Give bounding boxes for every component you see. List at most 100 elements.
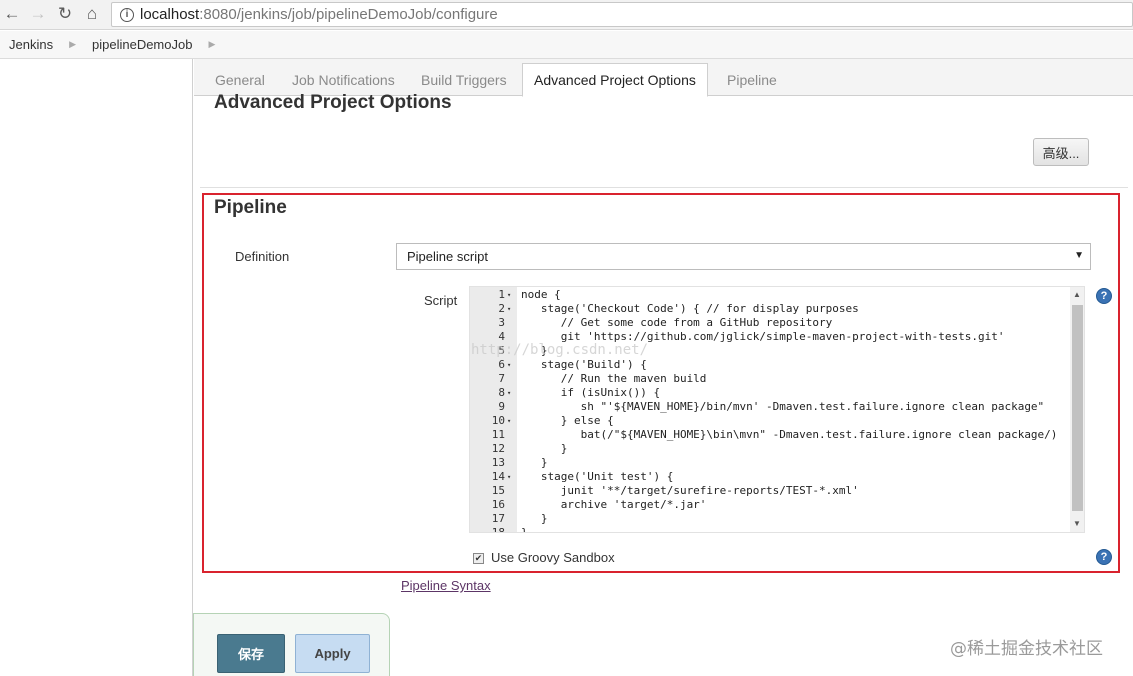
line-number: 14 [491, 470, 505, 483]
config-tabbar: General Job Notifications Build Triggers… [194, 59, 1133, 97]
url-path: :8080/jenkins/job/pipelineDemoJob/config… [199, 6, 498, 23]
line-number: 8 [498, 386, 505, 399]
script-editor[interactable]: 1 ▾ node {2 ▾ stage('Checkout Code') { // f… [469, 286, 1085, 533]
dropdown-arrow-icon[interactable]: ▼ [1074, 250, 1084, 261]
line-number: 11 [491, 428, 505, 441]
code-text: } [521, 526, 528, 533]
code-text: stage('Checkout Code') { // for display … [521, 302, 859, 315]
forward-arrow-icon[interactable]: → [28, 4, 48, 24]
definition-label: Definition [235, 249, 290, 264]
code-line: 2 ▾ stage('Checkout Code') { // for displ… [470, 302, 1070, 316]
code-line: 15 junit '**/target/surefire-reports/TES… [470, 484, 1070, 498]
reload-icon[interactable]: ↻ [55, 4, 75, 24]
save-button[interactable]: 保存 [217, 634, 285, 673]
line-number: 2 [498, 302, 505, 315]
definition-select[interactable]: Pipeline script ▼ [396, 243, 1091, 270]
code-text: archive 'target/*.jar' [521, 498, 707, 511]
fold-arrow-icon[interactable]: ▾ [507, 302, 515, 316]
code-text: // Run the maven build [521, 372, 707, 385]
code-text: git 'https://github.com/jglick/simple-ma… [521, 330, 1005, 343]
code-line: 17 } [470, 512, 1070, 526]
code-text: // Get some code from a GitHub repositor… [521, 316, 833, 329]
code-line: 11 bat(/"${MAVEN_HOME}\bin\mvn" -Dmaven.… [470, 428, 1070, 442]
back-arrow-icon[interactable]: ← [2, 4, 22, 24]
breadcrumb-item-job[interactable]: pipelineDemoJob [92, 37, 192, 52]
code-text: stage('Unit test') { [521, 470, 674, 483]
address-bar[interactable]: i localhost:8080/jenkins/job/pipelineDem… [111, 2, 1133, 27]
definition-select-value: Pipeline script [407, 249, 488, 264]
groovy-sandbox-checkbox[interactable]: ✔ [473, 553, 484, 564]
chevron-right-icon[interactable]: ▶ [208, 39, 215, 50]
line-number: 1 [498, 288, 505, 301]
breadcrumb-item-jenkins[interactable]: Jenkins [9, 37, 53, 52]
scroll-down-icon[interactable]: ▼ [1073, 519, 1081, 528]
tab-pipeline[interactable]: Pipeline [716, 63, 788, 96]
pipeline-heading: Pipeline [214, 197, 287, 218]
code-line: 5 } [470, 344, 1070, 358]
code-text: } else { [521, 414, 614, 427]
line-number: 10 [491, 414, 505, 427]
code-line: 8 ▾ if (isUnix()) { [470, 386, 1070, 400]
line-number: 3 [498, 316, 505, 329]
line-number: 15 [491, 484, 505, 497]
side-panel [0, 59, 193, 676]
code-text: bat(/"${MAVEN_HOME}\bin\mvn" -Dmaven.tes… [521, 428, 1058, 441]
code-text: } [521, 456, 548, 469]
code-lines: 1 ▾ node {2 ▾ stage('Checkout Code') { // f… [470, 288, 1070, 533]
breadcrumb: Jenkins ▶ pipelineDemoJob ▶ [0, 31, 1133, 59]
code-text: } [521, 442, 568, 455]
fold-arrow-icon[interactable]: ▾ [507, 358, 515, 372]
browser-toolbar: ← → ↻ ⌂ i localhost:8080/jenkins/job/pip… [0, 0, 1133, 30]
code-text: junit '**/target/surefire-reports/TEST-*… [521, 484, 859, 497]
section-divider [200, 187, 1128, 188]
line-number: 4 [498, 330, 505, 343]
line-number: 18 [491, 526, 505, 533]
line-number: 17 [491, 512, 505, 525]
line-number: 16 [491, 498, 505, 511]
script-label: Script [424, 293, 458, 308]
fold-arrow-icon[interactable]: ▾ [507, 288, 515, 302]
code-text: } [521, 344, 548, 357]
info-icon[interactable]: i [120, 7, 134, 22]
home-icon[interactable]: ⌂ [82, 4, 102, 24]
code-text: if (isUnix()) { [521, 386, 661, 399]
code-line: 18} [470, 526, 1070, 533]
fold-arrow-icon[interactable]: ▾ [507, 470, 515, 484]
scroll-thumb[interactable] [1072, 305, 1083, 511]
advanced-button[interactable]: 高级... [1033, 138, 1089, 166]
code-text: } [521, 512, 548, 525]
url-host: localhost [140, 6, 200, 23]
line-number: 6 [498, 358, 505, 371]
scroll-up-icon[interactable]: ▲ [1073, 290, 1081, 299]
code-text: sh "'${MAVEN_HOME}/bin/mvn' -Dmaven.test… [521, 400, 1045, 413]
fold-arrow-icon[interactable]: ▾ [507, 386, 515, 400]
line-number: 9 [498, 400, 505, 413]
code-line: 16 archive 'target/*.jar' [470, 498, 1070, 512]
editor-scrollbar[interactable]: ▲ ▼ [1070, 287, 1084, 532]
line-number: 13 [491, 456, 505, 469]
help-icon[interactable]: ? [1096, 288, 1112, 304]
line-number: 7 [498, 372, 505, 385]
code-line: 7 // Run the maven build [470, 372, 1070, 386]
line-number: 12 [491, 442, 505, 455]
code-line: 13 } [470, 456, 1070, 470]
tab-advanced-project-options[interactable]: Advanced Project Options [522, 63, 708, 97]
code-text: stage('Build') { [521, 358, 647, 371]
fold-arrow-icon[interactable]: ▾ [507, 414, 515, 428]
code-line: 9 sh "'${MAVEN_HOME}/bin/mvn' -Dmaven.te… [470, 400, 1070, 414]
code-line: 6 ▾ stage('Build') { [470, 358, 1070, 372]
apply-button[interactable]: Apply [295, 634, 370, 673]
code-line: 4 git 'https://github.com/jglick/simple-… [470, 330, 1070, 344]
code-line: 12 } [470, 442, 1070, 456]
advanced-options-heading: Advanced Project Options [214, 92, 452, 113]
code-text: node { [521, 288, 561, 301]
groovy-sandbox-label: Use Groovy Sandbox [491, 550, 615, 565]
juejin-watermark: @稀土掘金技术社区 [950, 639, 1103, 659]
pipeline-syntax-link[interactable]: Pipeline Syntax [401, 578, 491, 593]
help-icon[interactable]: ? [1096, 549, 1112, 565]
code-line: 1 ▾ node { [470, 288, 1070, 302]
code-line: 3 // Get some code from a GitHub reposit… [470, 316, 1070, 330]
code-line: 10 ▾ } else { [470, 414, 1070, 428]
chevron-right-icon[interactable]: ▶ [69, 39, 76, 50]
code-line: 14 ▾ stage('Unit test') { [470, 470, 1070, 484]
